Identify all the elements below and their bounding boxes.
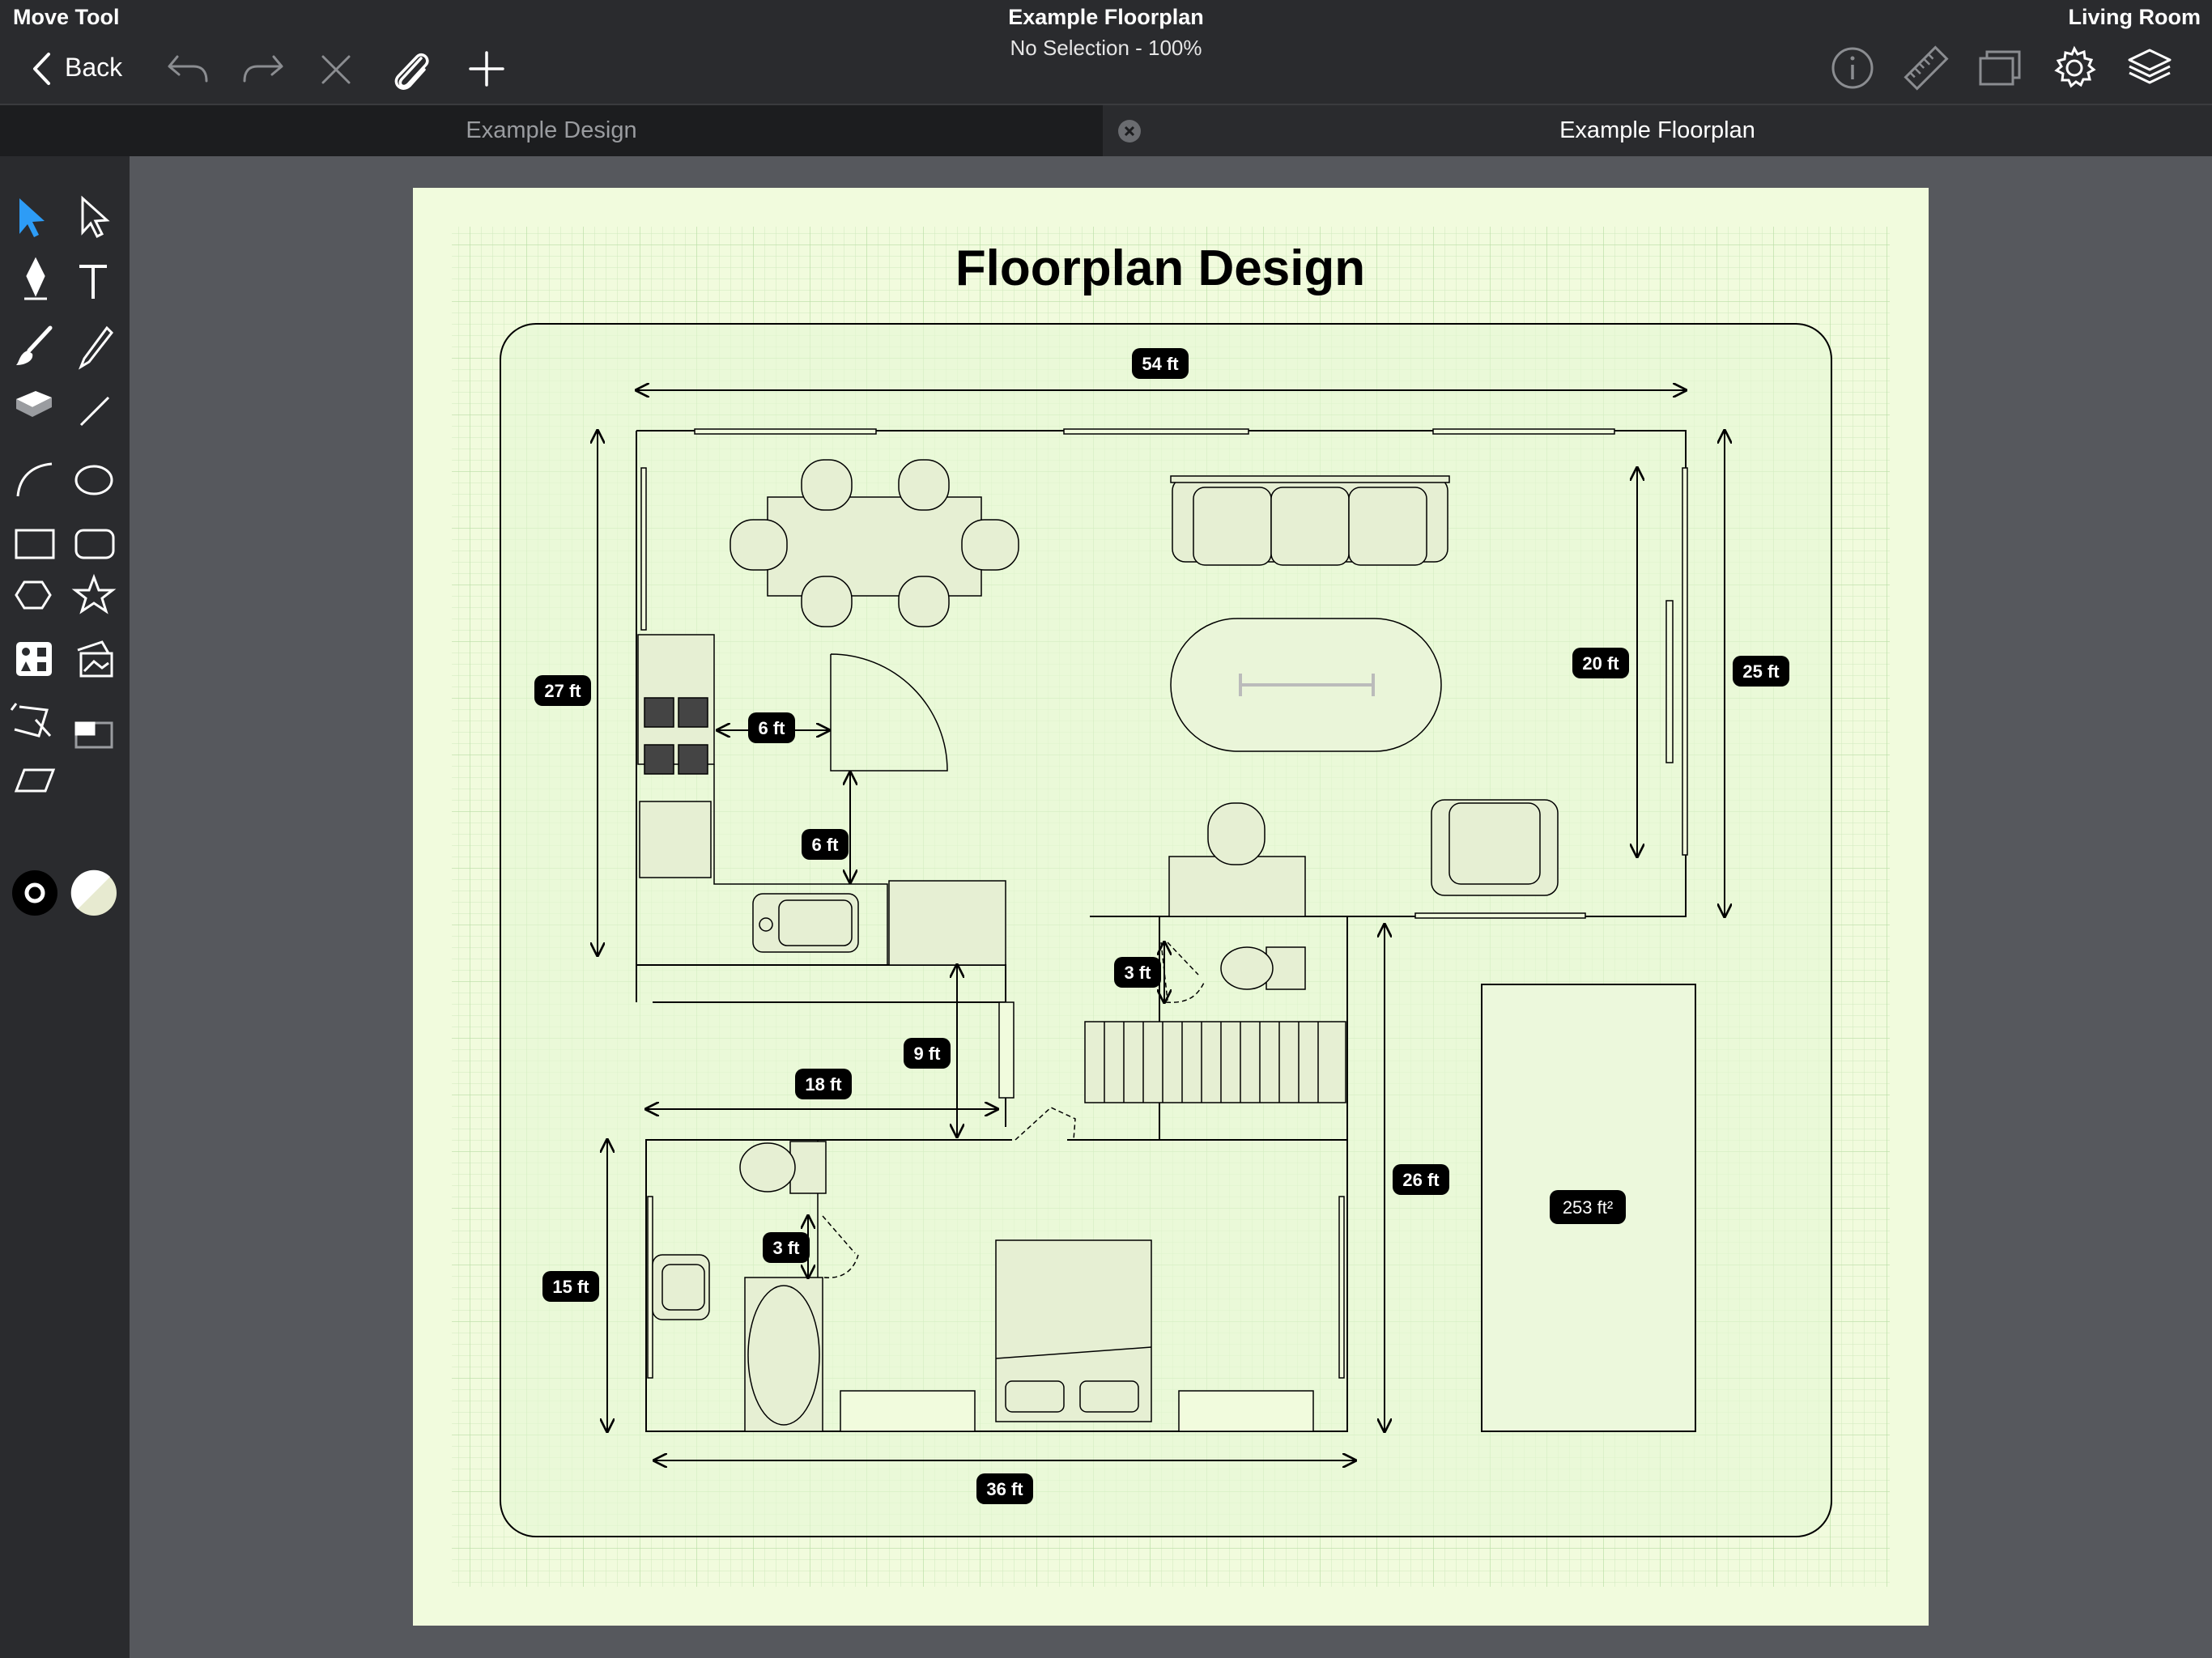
dim-bedroom-height: 15 ft — [552, 1277, 589, 1297]
stove — [637, 634, 715, 775]
back-label: Back — [65, 53, 123, 82]
dim-bath-door-upper: 3 ft — [1125, 963, 1152, 983]
drawing-title: Floorplan Design — [955, 240, 1365, 296]
settings-icon[interactable] — [2052, 45, 2097, 91]
chevron-left-icon — [33, 53, 50, 85]
ruler-icon[interactable] — [1904, 45, 1949, 91]
crop-icon[interactable] — [74, 721, 113, 749]
drawing-canvas[interactable]: Floorplan Design 54 ft 27 ft 25 ft 20 ft… — [413, 188, 1929, 1626]
dim-hall-gap: 9 ft — [914, 1044, 942, 1064]
pen-icon[interactable] — [24, 257, 47, 300]
dim-stove-to-door: 6 ft — [759, 718, 786, 738]
fill-color-icon[interactable] — [70, 869, 117, 916]
fridge — [639, 801, 712, 878]
shapes-library-icon[interactable] — [16, 642, 52, 676]
text-icon[interactable] — [79, 265, 107, 299]
coffee-table — [1170, 618, 1442, 752]
dim-bedroom-width: 18 ft — [805, 1074, 842, 1095]
kitchen-sink — [752, 893, 859, 953]
sofa — [1170, 475, 1450, 566]
close-tab-icon[interactable] — [1117, 119, 1142, 143]
stairs — [1084, 1021, 1346, 1103]
dim-bath-door-lower: 3 ft — [773, 1238, 801, 1258]
ellipse-icon[interactable] — [74, 465, 113, 495]
back-button[interactable]: Back — [31, 49, 128, 89]
kitchen-island — [888, 880, 1006, 966]
eraser-icon[interactable] — [16, 391, 52, 417]
dim-top-width: 54 ft — [1142, 354, 1179, 374]
redo-icon[interactable] — [240, 50, 285, 87]
info-icon[interactable] — [1830, 45, 1875, 91]
selection-status: No Selection - 100% — [1010, 36, 1202, 60]
dim-bottom-width: 36 ft — [986, 1479, 1023, 1499]
stroke-color-icon[interactable] — [12, 870, 57, 916]
armchair — [1431, 799, 1559, 896]
canvas-icon[interactable] — [1977, 47, 2023, 89]
dim-door-to-counter: 6 ft — [812, 835, 840, 855]
rounded-rectangle-icon[interactable] — [74, 529, 115, 559]
delete-icon[interactable] — [318, 52, 354, 87]
dim-area: 253 ft² — [1563, 1197, 1613, 1218]
arc-icon[interactable] — [16, 462, 53, 497]
brush-icon[interactable] — [16, 325, 53, 365]
pencil-icon[interactable] — [78, 325, 113, 370]
star-icon[interactable] — [71, 573, 117, 614]
tool-name-label: Move Tool — [13, 5, 120, 29]
skew-icon[interactable] — [14, 768, 56, 793]
line-icon[interactable] — [79, 396, 110, 427]
dim-right-height: 25 ft — [1742, 661, 1780, 682]
rectangle-icon[interactable] — [15, 529, 55, 559]
transform-icon[interactable] — [10, 703, 52, 738]
top-toolbar: Move Tool Example Floorplan No Selection… — [0, 0, 2212, 104]
document-title: Example Floorplan — [1008, 5, 1204, 29]
image-icon[interactable] — [77, 640, 113, 678]
layer-name-label: Living Room — [2068, 5, 2201, 29]
bed — [995, 1239, 1152, 1422]
select-arrow-icon[interactable] — [19, 198, 45, 237]
dim-east-height: 26 ft — [1402, 1170, 1440, 1190]
layers-icon[interactable] — [2126, 47, 2173, 89]
attach-icon[interactable] — [389, 47, 434, 94]
add-icon[interactable] — [468, 50, 505, 87]
direct-select-icon[interactable] — [81, 195, 110, 239]
dim-left-height: 27 ft — [544, 681, 581, 701]
polygon-icon[interactable] — [15, 580, 52, 610]
undo-icon[interactable] — [166, 50, 211, 87]
dim-living-height: 20 ft — [1582, 653, 1619, 674]
tab-example-design[interactable]: Example Design — [0, 105, 1103, 156]
document-tab-bar: Example Design Example Floorplan — [0, 104, 2212, 156]
tab-example-floorplan[interactable]: Example Floorplan — [1103, 105, 2212, 156]
tool-palette — [0, 156, 130, 1658]
